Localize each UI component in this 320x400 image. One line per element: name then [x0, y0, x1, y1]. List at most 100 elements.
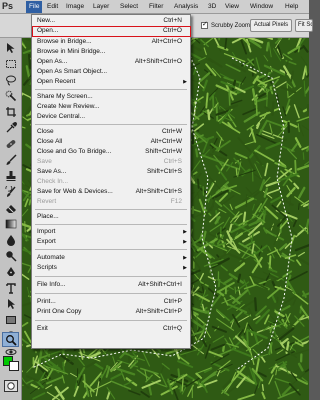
menu-item-browse-mini-bridge[interactable]: Browse in Mini Bridge... [32, 47, 190, 57]
menu-item-check-in[interactable]: Check In... [32, 177, 190, 187]
menu-separator [35, 124, 187, 125]
submenu-arrow-icon: ▶ [183, 79, 187, 85]
lasso-tool[interactable] [2, 72, 19, 87]
move-icon [6, 42, 14, 53]
eraser-icon [5, 204, 16, 213]
menu-item-new[interactable]: New... Ctrl+N [32, 16, 190, 26]
submenu-arrow-icon: ▶ [183, 255, 187, 261]
menu-item-file-info[interactable]: File Info... Alt+Shift+Ctrl+I [32, 280, 190, 290]
menu-file[interactable]: File [26, 1, 43, 13]
blur-tool[interactable] [2, 232, 19, 247]
history-brush-tool[interactable] [2, 184, 19, 199]
menu-item-open-smart-object[interactable]: Open As Smart Object... [32, 67, 190, 77]
zoom-tool[interactable] [2, 332, 19, 347]
menu-separator [35, 89, 187, 90]
menu-item-scripts[interactable]: Scripts ▶ [32, 263, 190, 273]
eraser-tool[interactable] [2, 200, 19, 215]
zoom-icon [5, 334, 17, 346]
path-select-tool[interactable] [2, 296, 19, 311]
dodge-icon [5, 250, 17, 262]
open-highlight-box [32, 26, 191, 37]
pen-tool[interactable] [2, 264, 19, 279]
menu-item-print[interactable]: Print... Ctrl+P [32, 297, 190, 307]
submenu-arrow-icon: ▶ [183, 229, 187, 235]
clone-stamp-icon [6, 170, 15, 181]
menu-item-automate[interactable]: Automate ▶ [32, 253, 190, 263]
menu-separator [35, 224, 187, 225]
dodge-tool[interactable] [2, 248, 19, 263]
menu-item-create-review[interactable]: Create New Review... [32, 102, 190, 112]
path-select-icon [7, 298, 15, 309]
quick-select-icon [5, 90, 16, 101]
menu-item-export[interactable]: Export ▶ [32, 237, 190, 247]
marquee-tool[interactable] [2, 56, 19, 71]
menu-separator [35, 209, 187, 210]
background-color-swatch[interactable] [9, 361, 19, 371]
menu-item-save-for-web[interactable]: Save for Web & Devices... Alt+Shift+Ctrl+… [32, 187, 190, 197]
clone-stamp-tool[interactable] [2, 168, 19, 183]
actual-pixels-button[interactable]: Actual Pixels [250, 19, 292, 32]
file-menu-dropdown: New... Ctrl+N Open... Ctrl+O Browse in Bri… [31, 14, 191, 349]
menu-item-open-as[interactable]: Open As... Alt+Shift+Ctrl+O [32, 57, 190, 67]
gradient-tool[interactable] [2, 216, 19, 231]
type-tool[interactable] [2, 280, 19, 295]
menu-separator [35, 293, 187, 294]
menu-layer[interactable]: Layer [93, 3, 109, 10]
menu-item-revert[interactable]: Revert F12 [32, 197, 190, 207]
marquee-icon [5, 59, 16, 68]
menu-item-open-recent[interactable]: Open Recent ▶ [32, 77, 190, 87]
crop-icon [5, 106, 16, 117]
history-brush-icon [5, 185, 16, 197]
menu-separator [35, 249, 187, 250]
menu-analysis[interactable]: Analysis [174, 3, 198, 10]
menu-3d[interactable]: 3D [208, 3, 216, 10]
eyedropper-tool[interactable] [2, 120, 19, 135]
menu-separator [35, 320, 187, 321]
menu-edit[interactable]: Edit [47, 3, 58, 10]
menu-item-import[interactable]: Import ▶ [32, 227, 190, 237]
menu-separator [35, 276, 187, 277]
submenu-arrow-icon: ▶ [183, 265, 187, 271]
photoshop-logo: Ps [2, 1, 14, 11]
brush-icon [6, 153, 17, 165]
spot-healing-icon [6, 139, 15, 148]
quick-mask-icon[interactable] [4, 380, 18, 392]
menu-image[interactable]: Image [66, 3, 84, 10]
spot-healing-tool[interactable] [2, 136, 19, 151]
menu-select[interactable]: Select [120, 3, 138, 10]
menu-item-browse-bridge[interactable]: Browse in Bridge... Alt+Ctrl+O [32, 37, 190, 47]
crop-tool[interactable] [2, 104, 19, 119]
pen-icon [6, 266, 15, 276]
menu-help[interactable]: Help [285, 3, 298, 10]
blur-icon [6, 234, 15, 246]
scrubby-zoom-checkbox[interactable]: ✓ [201, 21, 208, 29]
eyedropper-icon [6, 121, 17, 132]
checkmark-icon: ✓ [202, 21, 208, 28]
menu-item-share-screen[interactable]: Share My Screen... [32, 92, 190, 102]
menu-item-close-go-bridge[interactable]: Close and Go To Bridge... Shift+Ctrl+W [32, 147, 190, 157]
menu-window[interactable]: Window [250, 3, 273, 10]
gradient-icon [5, 219, 16, 228]
menu-view[interactable]: View [225, 3, 239, 10]
menu-item-save[interactable]: Save Ctrl+S [32, 157, 190, 167]
fit-screen-button[interactable]: Fit Screen [295, 19, 313, 32]
shape-tool[interactable] [2, 312, 19, 327]
lasso-icon [5, 75, 16, 85]
submenu-arrow-icon: ▶ [183, 239, 187, 245]
tools-panel [0, 38, 22, 400]
scrubby-zoom-label: Scrubby Zoom [211, 23, 251, 29]
menu-filter[interactable]: Filter [149, 3, 163, 10]
quick-select-tool[interactable] [2, 88, 19, 103]
menu-item-close-all[interactable]: Close All Alt+Ctrl+W [32, 137, 190, 147]
menu-item-print-one-copy[interactable]: Print One Copy Alt+Shift+Ctrl+P [32, 307, 190, 317]
menu-item-device-central[interactable]: Device Central... [32, 112, 190, 122]
menu-item-exit[interactable]: Exit Ctrl+Q [32, 324, 190, 334]
brush-tool[interactable] [2, 152, 19, 167]
type-icon [5, 282, 16, 294]
move-tool[interactable] [2, 40, 19, 55]
menu-bar: Ps File Edit Image Layer Select Filter A… [0, 0, 309, 14]
menu-item-close[interactable]: Close Ctrl+W [32, 127, 190, 137]
shape-icon [5, 315, 16, 324]
menu-item-save-as[interactable]: Save As... Shift+Ctrl+S [32, 167, 190, 177]
menu-item-place[interactable]: Place... [32, 212, 190, 222]
